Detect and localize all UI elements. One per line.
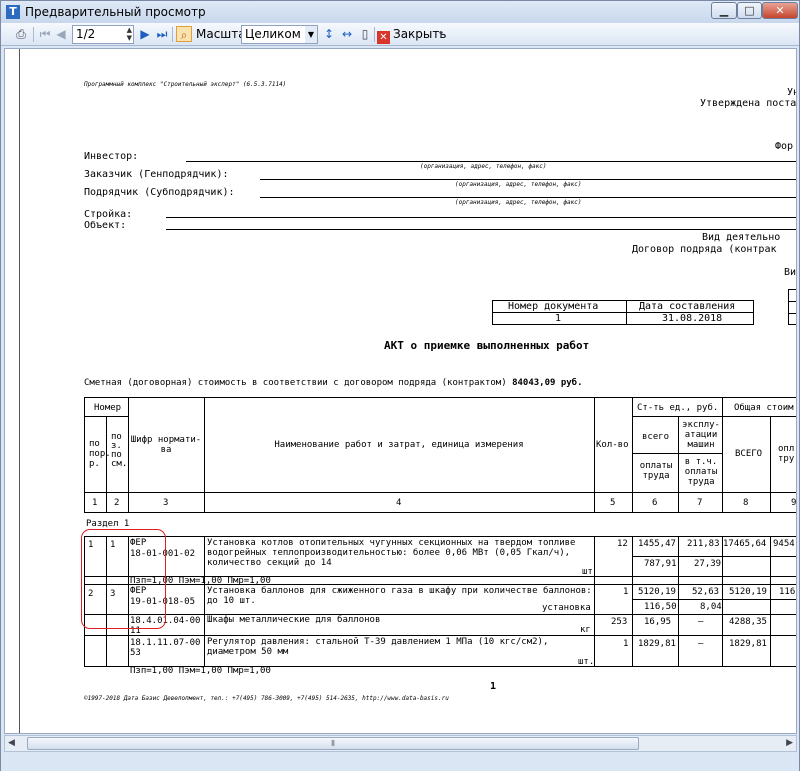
- toolbar-overflow-icon[interactable]: ▾: [437, 26, 445, 42]
- construction-label: Стройка:: [84, 209, 133, 220]
- toolbar: ⎙ ⏮ ◀ 1/2 ▲ ▼ ▶ ⏭ ⌕ Масштаб Целиком ▼ ↕ ↔…: [1, 23, 799, 46]
- chevron-down-icon: ▼: [305, 26, 317, 43]
- object-label: Объект:: [84, 220, 127, 231]
- scroll-left-icon[interactable]: ◀: [8, 736, 15, 751]
- window-title: Предварительный просмотр: [25, 5, 206, 19]
- highlight-annotation: [81, 529, 166, 629]
- minimize-button[interactable]: ▁: [711, 2, 737, 19]
- contractor-label: Подрядчик (Субподрядчик):: [84, 187, 235, 198]
- preview-viewport[interactable]: Программный комплекс "Строительный экспе…: [4, 48, 797, 734]
- page-number: 1: [490, 681, 497, 692]
- section-title: Раздел 1: [86, 519, 130, 529]
- scroll-right-icon[interactable]: ▶: [786, 736, 793, 751]
- page-number-input[interactable]: 1/2 ▲ ▼: [72, 25, 134, 44]
- title-bar: T Предварительный просмотр ▁ □ ✕: [1, 1, 799, 23]
- single-page-icon[interactable]: ▯: [357, 26, 373, 42]
- works-table-header: [84, 397, 796, 513]
- app-icon: T: [6, 5, 20, 19]
- maximize-button[interactable]: □: [737, 2, 762, 19]
- prev-page-icon[interactable]: ◀: [53, 26, 69, 42]
- estimate-value: 84043,09 руб.: [512, 378, 583, 388]
- preview-window: T Предварительный просмотр ▁ □ ✕ ⎙ ⏮ ◀ 1…: [0, 0, 800, 771]
- fit-width-icon[interactable]: ↔: [339, 26, 355, 42]
- customer-label: Заказчик (Генподрядчик):: [84, 169, 229, 180]
- zoom-icon[interactable]: ⌕: [176, 26, 192, 42]
- document-page: Программный комплекс "Строительный экспе…: [19, 49, 796, 733]
- next-page-icon[interactable]: ▶: [137, 26, 153, 42]
- doc-number: 1: [555, 313, 562, 324]
- act-title: АКТ о приемке выполненных работ: [384, 339, 590, 352]
- doc-date: 31.08.2018: [662, 313, 723, 324]
- horizontal-scrollbar[interactable]: ◀ ⦀ ▶: [4, 735, 797, 752]
- close-window-button[interactable]: ✕: [762, 2, 798, 19]
- close-icon: ✕: [377, 31, 390, 44]
- page-spinner[interactable]: ▲ ▼: [127, 26, 132, 42]
- status-bar: [1, 753, 799, 771]
- program-name: Программный комплекс "Строительный экспе…: [84, 81, 287, 88]
- first-page-icon[interactable]: ⏮: [37, 26, 53, 42]
- investor-label: Инвестор:: [84, 151, 139, 162]
- last-page-icon[interactable]: ⏭: [154, 26, 170, 42]
- estimate-text: Сметная (договорная) стоимость в соответ…: [84, 378, 583, 388]
- zoom-select[interactable]: Целиком ▼: [241, 25, 318, 44]
- scroll-thumb[interactable]: ⦀: [27, 737, 639, 750]
- footer-copyright: ©1997-2018 Дата Базис Девелопмент, тел.:…: [84, 695, 449, 702]
- print-icon[interactable]: ⎙: [13, 26, 29, 42]
- fit-height-icon[interactable]: ↕: [321, 26, 337, 42]
